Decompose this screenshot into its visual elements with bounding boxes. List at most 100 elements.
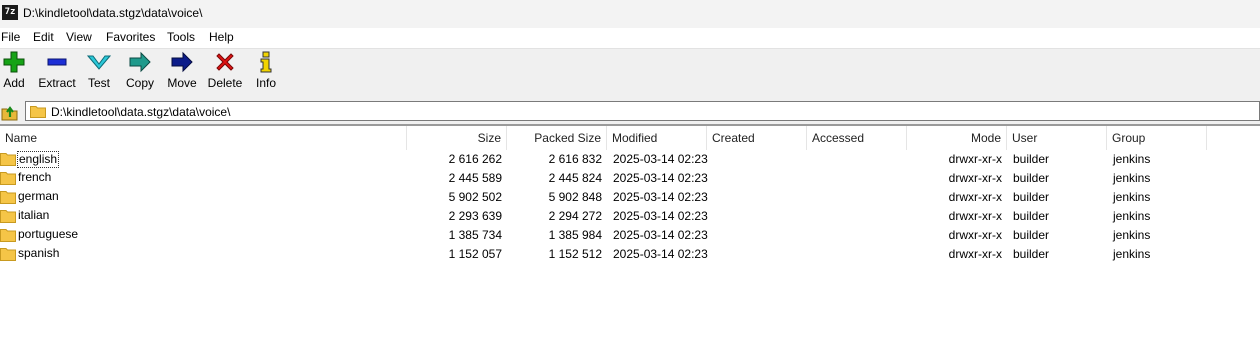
test-label: Test [87, 76, 110, 90]
item-size: 2 616 262 [448, 152, 502, 166]
menu-help[interactable]: Help [209, 30, 234, 44]
address-field[interactable]: D:\kindletool\data.stgz\data\voice\ [25, 101, 1260, 121]
menu-favorites[interactable]: Favorites [106, 30, 155, 44]
extract-button[interactable]: Extract [38, 51, 76, 90]
info-icon [260, 51, 272, 73]
folder-icon [0, 248, 16, 261]
folder-icon [0, 210, 16, 223]
menu-file[interactable]: File [1, 30, 20, 44]
info-label: Info [255, 76, 276, 90]
item-group: jenkins [1113, 209, 1151, 223]
column-header-group[interactable]: Group [1107, 126, 1207, 150]
item-user: builder [1013, 152, 1050, 166]
delete-label: Delete [207, 76, 243, 90]
column-header-packed-size[interactable]: Packed Size [507, 126, 607, 150]
copy-button[interactable]: Copy [125, 51, 155, 90]
menu-bar: File Edit View Favorites Tools Help [0, 28, 1260, 48]
item-group: jenkins [1113, 190, 1151, 204]
item-mode: drwxr-xr-x [948, 247, 1002, 261]
item-name: english [17, 151, 60, 168]
item-name: italian [18, 208, 50, 222]
item-name: german [18, 189, 59, 203]
item-name: spanish [18, 246, 60, 260]
minus-icon [47, 58, 67, 66]
item-group: jenkins [1113, 247, 1151, 261]
item-modified: 2025-03-14 02:23 [613, 171, 708, 185]
item-mode: drwxr-xr-x [948, 171, 1002, 185]
item-packed-size: 1 152 512 [548, 247, 602, 261]
item-user: builder [1013, 190, 1050, 204]
item-size: 1 152 057 [448, 247, 502, 261]
item-name: french [18, 170, 52, 184]
item-size: 1 385 734 [448, 228, 502, 242]
extract-label: Extract [38, 76, 76, 90]
column-header-accessed[interactable]: Accessed [807, 126, 907, 150]
item-size: 2 293 639 [448, 209, 502, 223]
add-label: Add [3, 76, 25, 90]
item-modified: 2025-03-14 02:23 [613, 247, 708, 261]
item-mode: drwxr-xr-x [948, 190, 1002, 204]
item-modified: 2025-03-14 02:23 [613, 190, 708, 204]
folder-icon [0, 229, 16, 242]
item-packed-size: 5 902 848 [548, 190, 602, 204]
column-header-mode[interactable]: Mode [907, 126, 1007, 150]
move-label: Move [167, 76, 197, 90]
delete-button[interactable]: Delete [207, 51, 243, 90]
column-header-name[interactable]: Name [0, 126, 407, 150]
item-name: portuguese [18, 227, 79, 241]
info-button[interactable]: Info [255, 51, 277, 90]
delete-x-icon [216, 53, 234, 71]
column-header-created[interactable]: Created [707, 126, 807, 150]
menu-edit[interactable]: Edit [33, 30, 54, 44]
item-group: jenkins [1113, 171, 1151, 185]
item-user: builder [1013, 228, 1050, 242]
title-bar: 7z D:\kindletool\data.stgz\data\voice\ [0, 0, 1260, 28]
toolbar: Add Extract Test Copy Move Delete Info [0, 48, 1260, 101]
table-row[interactable]: english 2 616 262 2 616 832 2025-03-14 0… [0, 150, 1260, 169]
item-packed-size: 1 385 984 [548, 228, 602, 242]
table-row[interactable]: french 2 445 589 2 445 824 2025-03-14 02… [0, 169, 1260, 188]
folder-icon [30, 106, 46, 118]
add-button[interactable]: Add [2, 51, 26, 90]
item-modified: 2025-03-14 02:23 [613, 152, 708, 166]
window-title: D:\kindletool\data.stgz\data\voice\ [23, 6, 203, 20]
column-header-size[interactable]: Size [407, 126, 507, 150]
table-row[interactable]: italian 2 293 639 2 294 272 2025-03-14 0… [0, 207, 1260, 226]
item-size: 5 902 502 [448, 190, 502, 204]
folder-icon [0, 172, 16, 185]
item-modified: 2025-03-14 02:23 [613, 209, 708, 223]
column-header-modified[interactable]: Modified [607, 126, 707, 150]
test-button[interactable]: Test [86, 51, 112, 90]
checkmark-icon [87, 55, 111, 70]
address-path: D:\kindletool\data.stgz\data\voice\ [51, 105, 231, 119]
menu-tools[interactable]: Tools [167, 30, 195, 44]
move-button[interactable]: Move [166, 51, 198, 90]
item-packed-size: 2 616 832 [548, 152, 602, 166]
move-arrow-icon [171, 51, 193, 73]
up-folder-icon[interactable] [1, 103, 19, 121]
address-bar: D:\kindletool\data.stgz\data\voice\ [0, 100, 1260, 124]
table-row[interactable]: german 5 902 502 5 902 848 2025-03-14 02… [0, 188, 1260, 207]
folder-icon [0, 191, 16, 204]
folder-icon [0, 153, 16, 166]
item-packed-size: 2 294 272 [548, 209, 602, 223]
item-packed-size: 2 445 824 [548, 171, 602, 185]
table-row[interactable]: portuguese 1 385 734 1 385 984 2025-03-1… [0, 226, 1260, 245]
table-row[interactable]: spanish 1 152 057 1 152 512 2025-03-14 0… [0, 245, 1260, 264]
item-mode: drwxr-xr-x [948, 209, 1002, 223]
item-mode: drwxr-xr-x [948, 228, 1002, 242]
copy-label: Copy [125, 76, 154, 90]
menu-view[interactable]: View [66, 30, 92, 44]
item-group: jenkins [1113, 228, 1151, 242]
item-user: builder [1013, 209, 1050, 223]
plus-icon [3, 51, 25, 73]
item-user: builder [1013, 171, 1050, 185]
copy-arrow-icon [129, 51, 151, 73]
list-header: Name Size Packed Size Modified Created A… [0, 126, 1260, 150]
item-modified: 2025-03-14 02:23 [613, 228, 708, 242]
item-group: jenkins [1113, 152, 1151, 166]
item-mode: drwxr-xr-x [948, 152, 1002, 166]
app-7zip-icon: 7z [2, 5, 18, 20]
item-size: 2 445 589 [448, 171, 502, 185]
column-header-user[interactable]: User [1007, 126, 1107, 150]
